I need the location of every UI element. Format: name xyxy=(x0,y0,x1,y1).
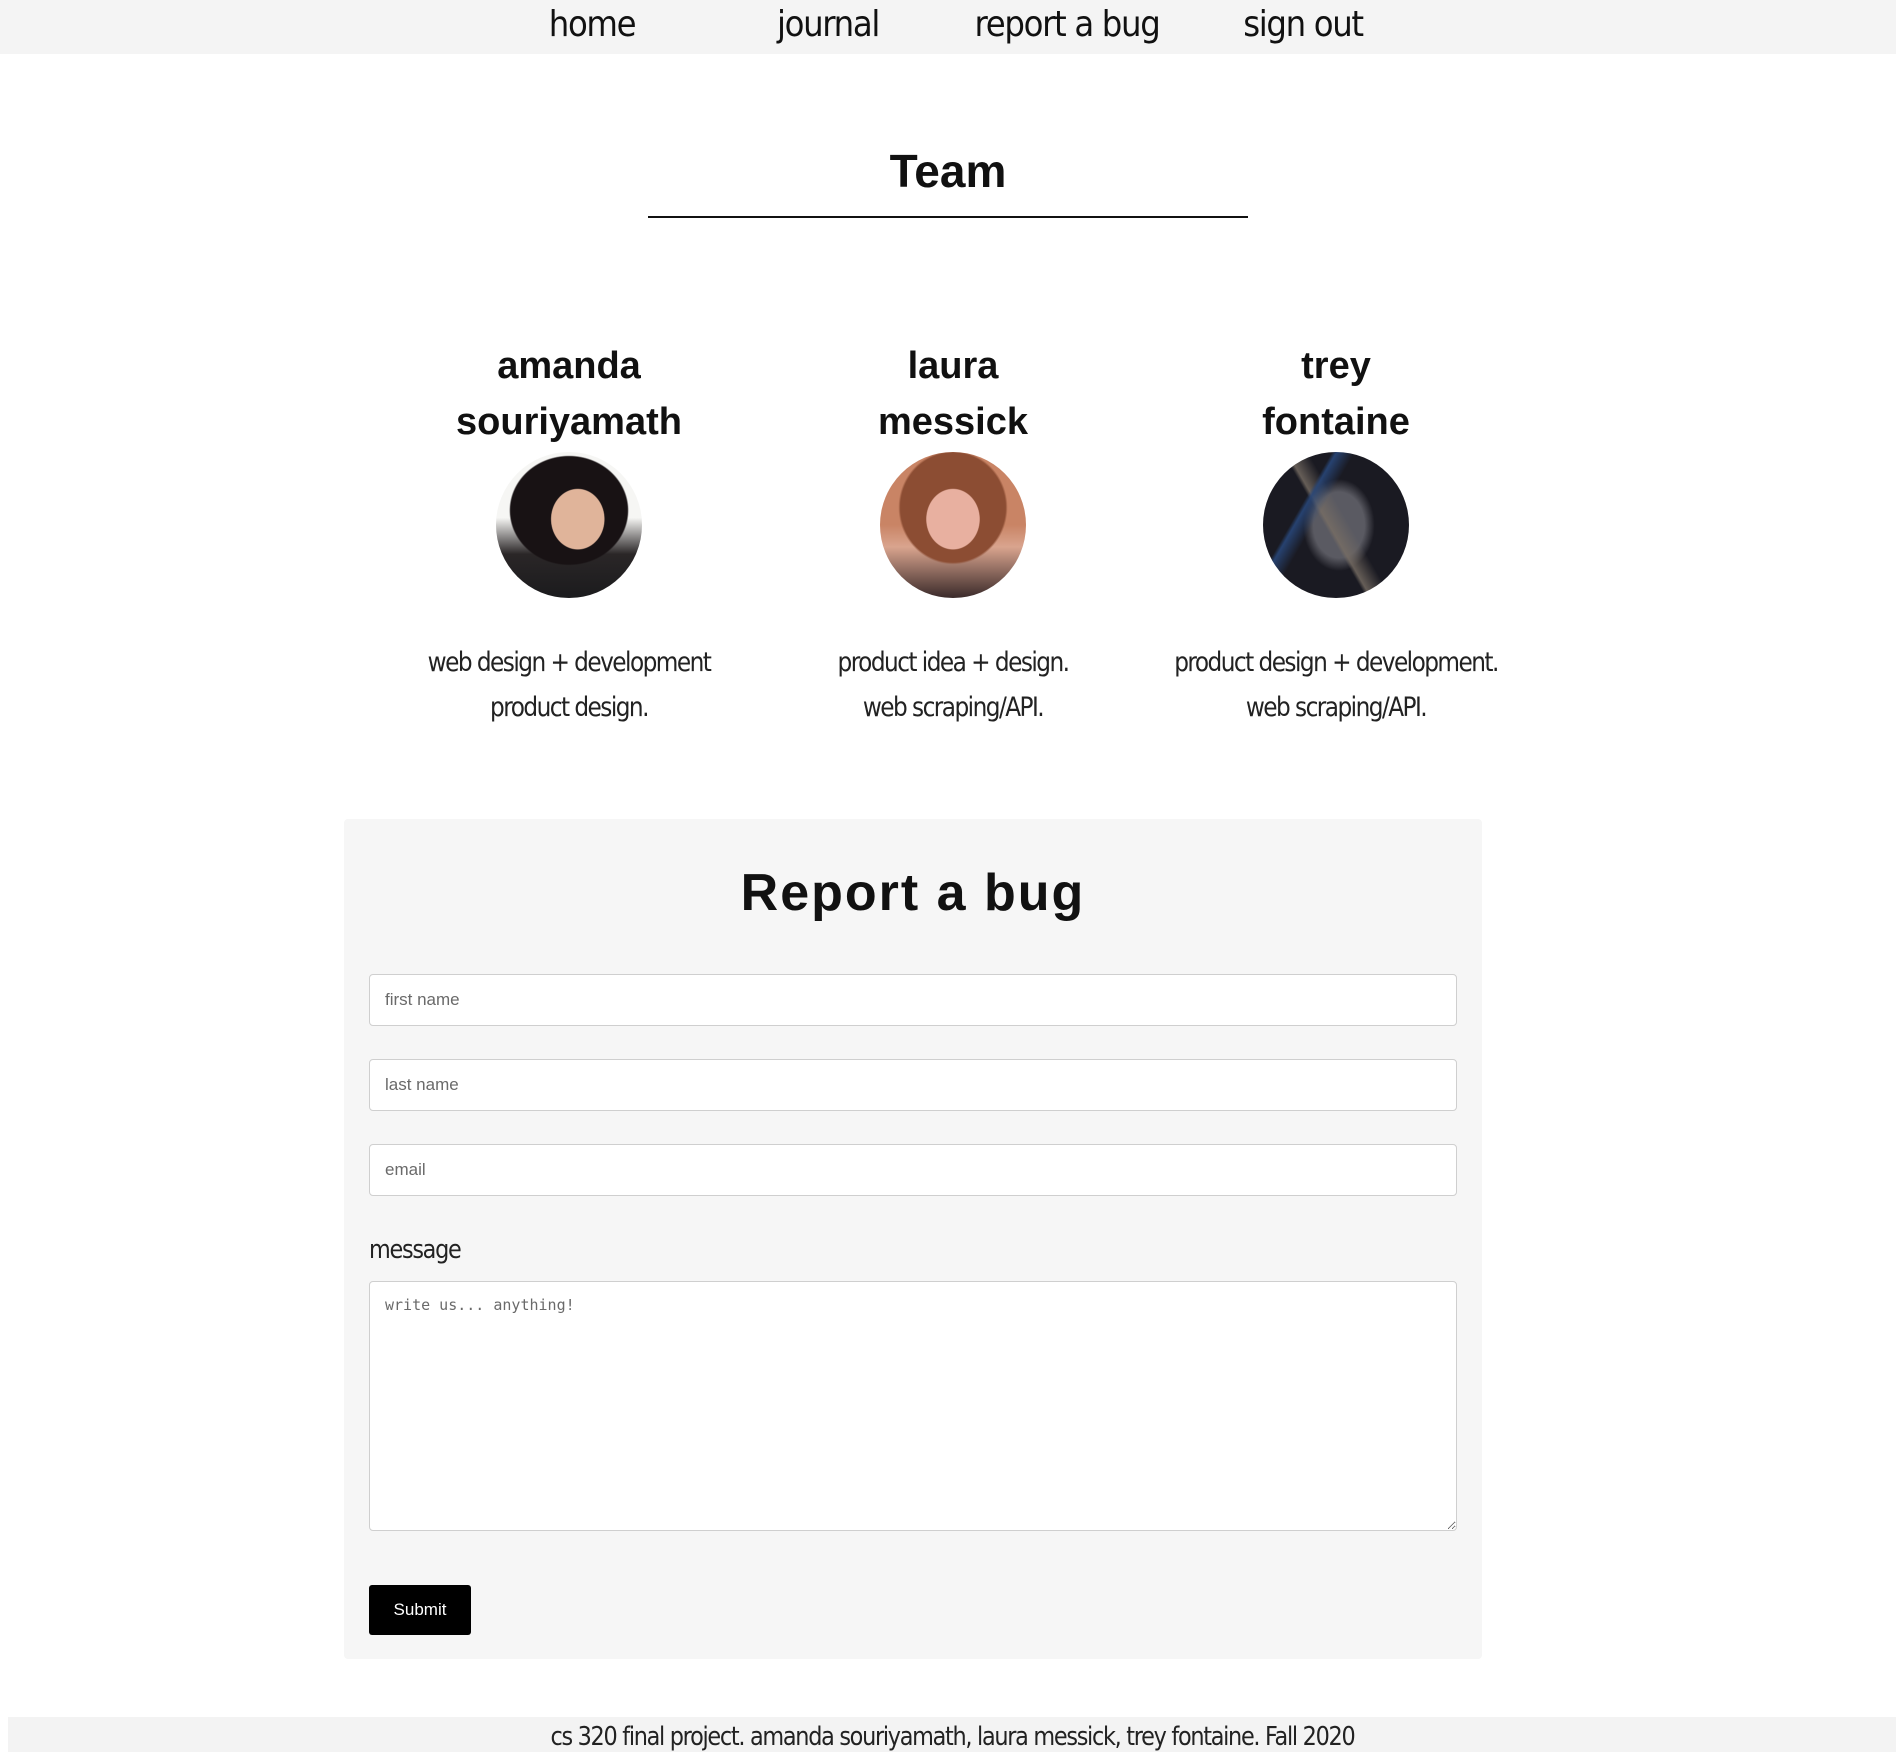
message-label: message xyxy=(369,1235,462,1265)
team-divider xyxy=(648,216,1248,218)
member-role-line: web design + development xyxy=(427,647,712,678)
member-first-name: amanda xyxy=(497,345,641,387)
member-role: web design + development product design. xyxy=(406,640,733,730)
report-bug-title: Report a bug xyxy=(740,864,1086,922)
avatar xyxy=(880,452,1026,598)
first-name-input[interactable] xyxy=(369,974,1457,1026)
team-member-amanda: amanda souriyamath web design + developm… xyxy=(379,338,759,730)
top-nav: home journal report a bug sign out xyxy=(0,0,1896,54)
footer: cs 320 final project. amanda souriyamath… xyxy=(8,1717,1896,1752)
member-role-line: product idea + design. xyxy=(837,647,1071,678)
team-member-trey: trey fontaine product design + developme… xyxy=(1146,338,1526,730)
member-role-line: web scraping/API. xyxy=(862,692,1045,723)
avatar xyxy=(496,452,642,598)
submit-button[interactable]: Submit xyxy=(369,1585,471,1635)
nav-link-sign-out[interactable]: sign out xyxy=(1236,4,1371,45)
member-role-line: web scraping/API. xyxy=(1245,692,1428,723)
nav-link-report-bug[interactable]: report a bug xyxy=(973,4,1162,45)
nav-link-journal[interactable]: journal xyxy=(765,4,891,45)
member-first-name: trey xyxy=(1301,345,1371,387)
member-role-line: product design + development. xyxy=(1174,647,1499,678)
member-last-name: fontaine xyxy=(1262,401,1410,443)
avatar xyxy=(1263,452,1409,598)
member-last-name: messick xyxy=(877,401,1028,443)
member-role: product design + development. web scrapi… xyxy=(1173,640,1500,730)
email-input[interactable] xyxy=(369,1144,1457,1196)
last-name-input[interactable] xyxy=(369,1059,1457,1111)
member-role: product idea + design. web scraping/API. xyxy=(790,640,1117,730)
report-bug-form: Report a bug message Submit xyxy=(344,819,1482,1659)
member-first-name: laura xyxy=(907,345,999,387)
team-title: Team xyxy=(889,145,1007,197)
team-member-laura: laura messick product idea + design. web… xyxy=(763,338,1143,730)
member-role-line: product design. xyxy=(490,692,649,723)
nav-link-home[interactable]: home xyxy=(536,4,648,45)
footer-text: cs 320 final project. amanda souriyamath… xyxy=(550,1722,1355,1752)
member-last-name: souriyamath xyxy=(456,401,682,443)
message-textarea[interactable] xyxy=(369,1281,1457,1531)
